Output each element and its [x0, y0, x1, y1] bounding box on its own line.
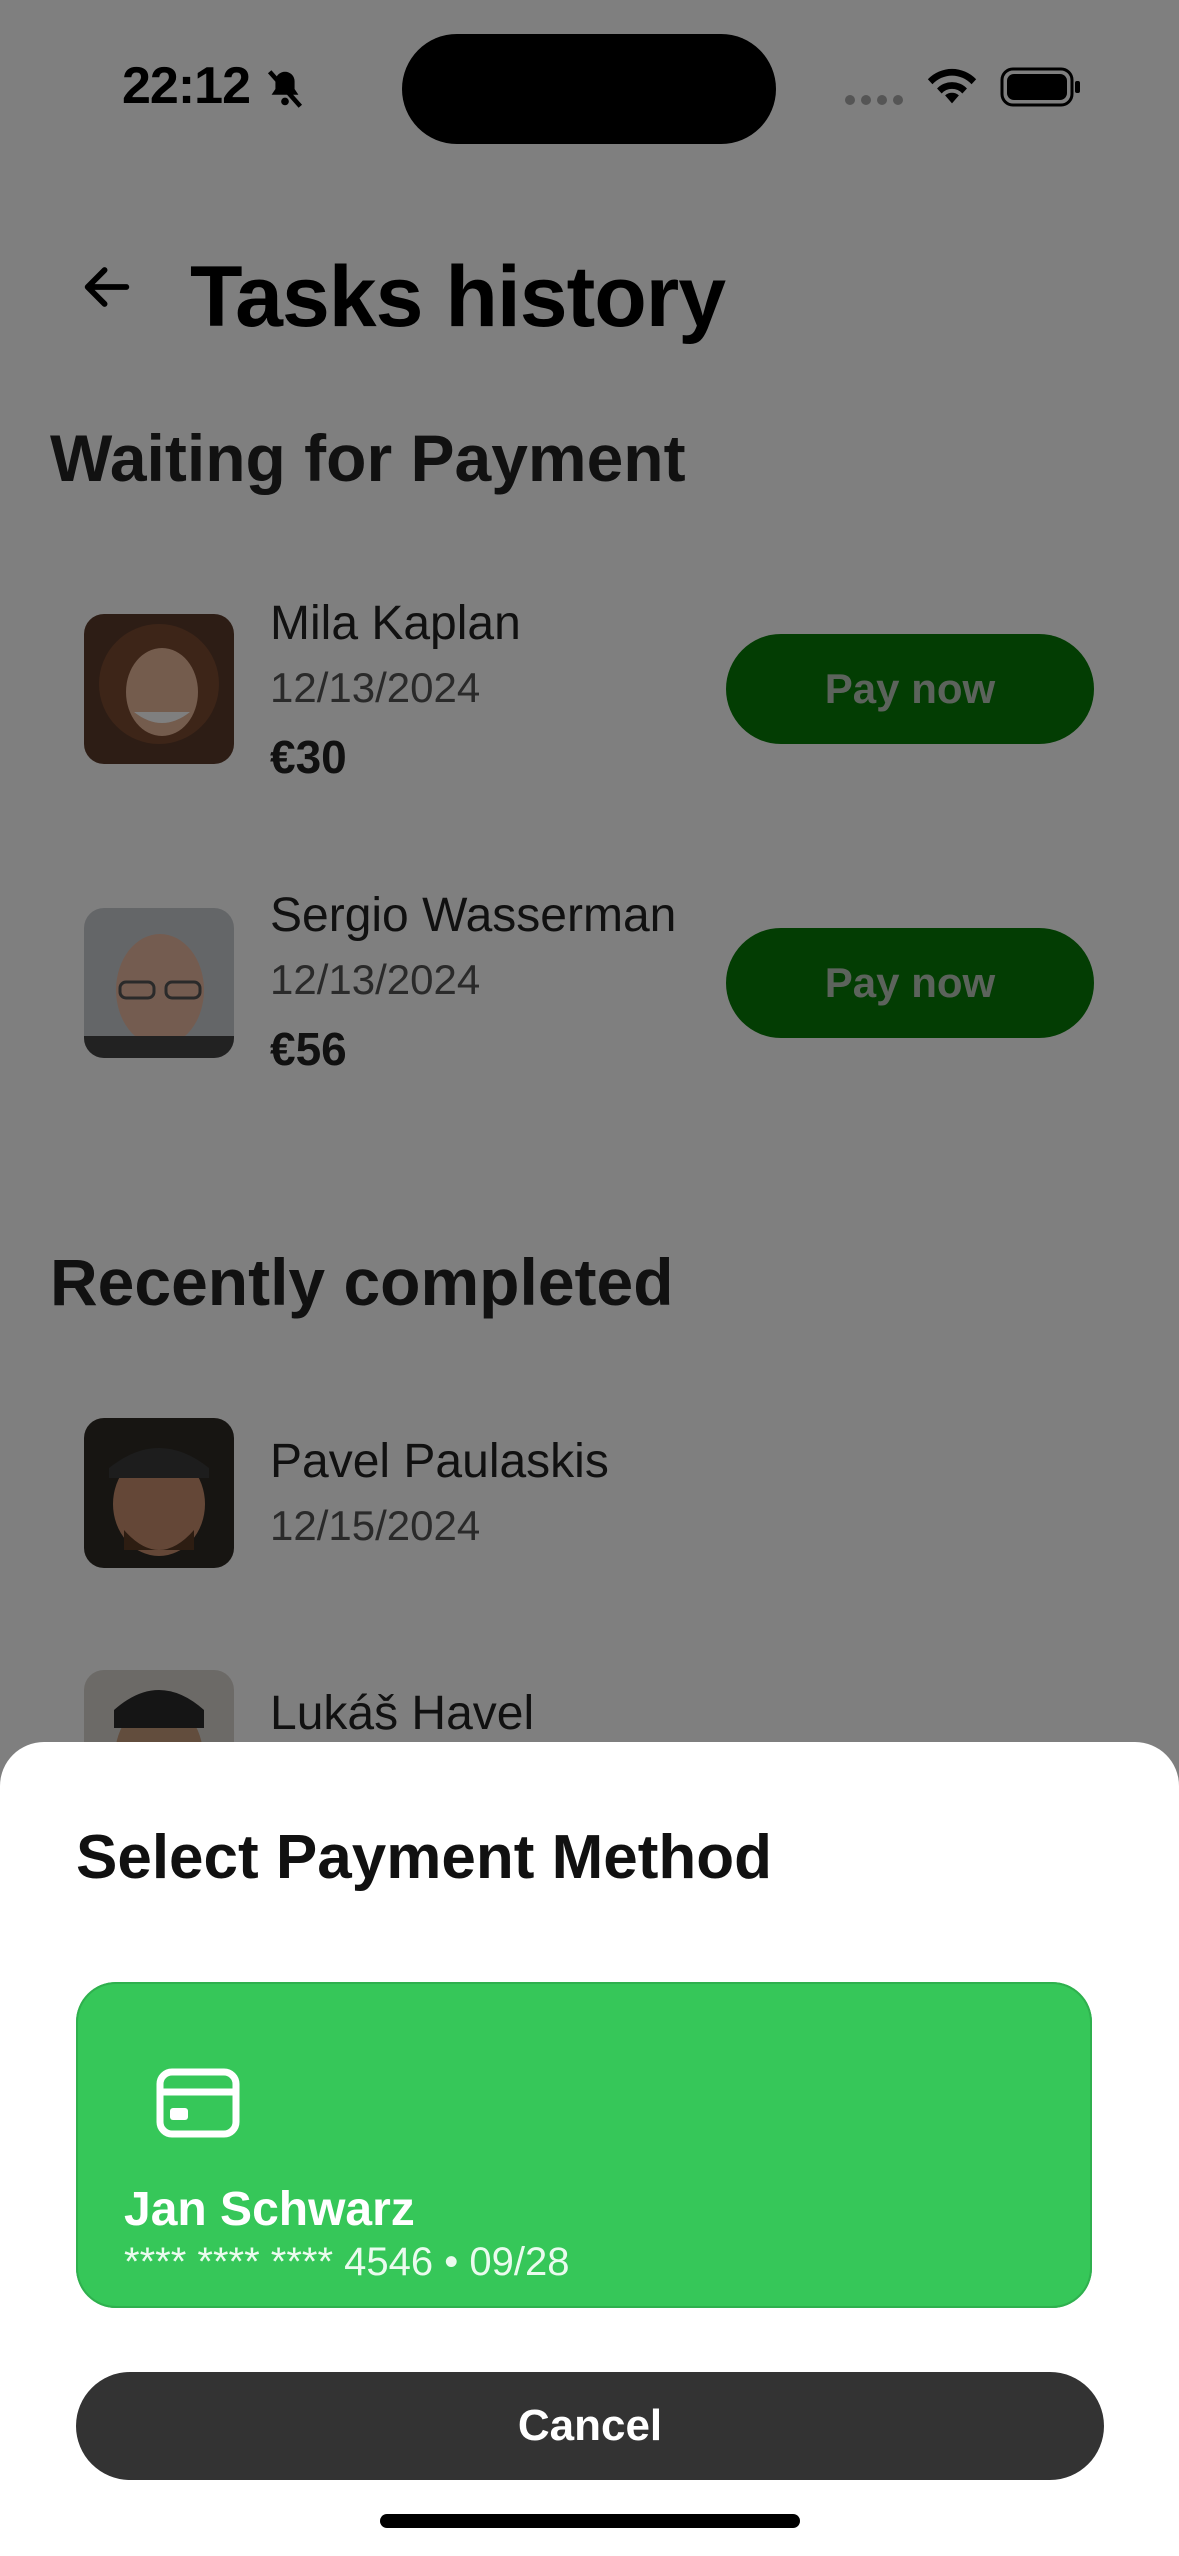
home-indicator[interactable]: [380, 2514, 800, 2528]
credit-card-icon: [156, 2068, 240, 2138]
card-number: **** **** **** 4546 • 09/28: [124, 2240, 570, 2284]
sheet-title: Select Payment Method: [76, 1823, 772, 1892]
card-holder-name: Jan Schwarz: [124, 2183, 415, 2236]
cancel-button[interactable]: Cancel: [76, 2372, 1104, 2480]
